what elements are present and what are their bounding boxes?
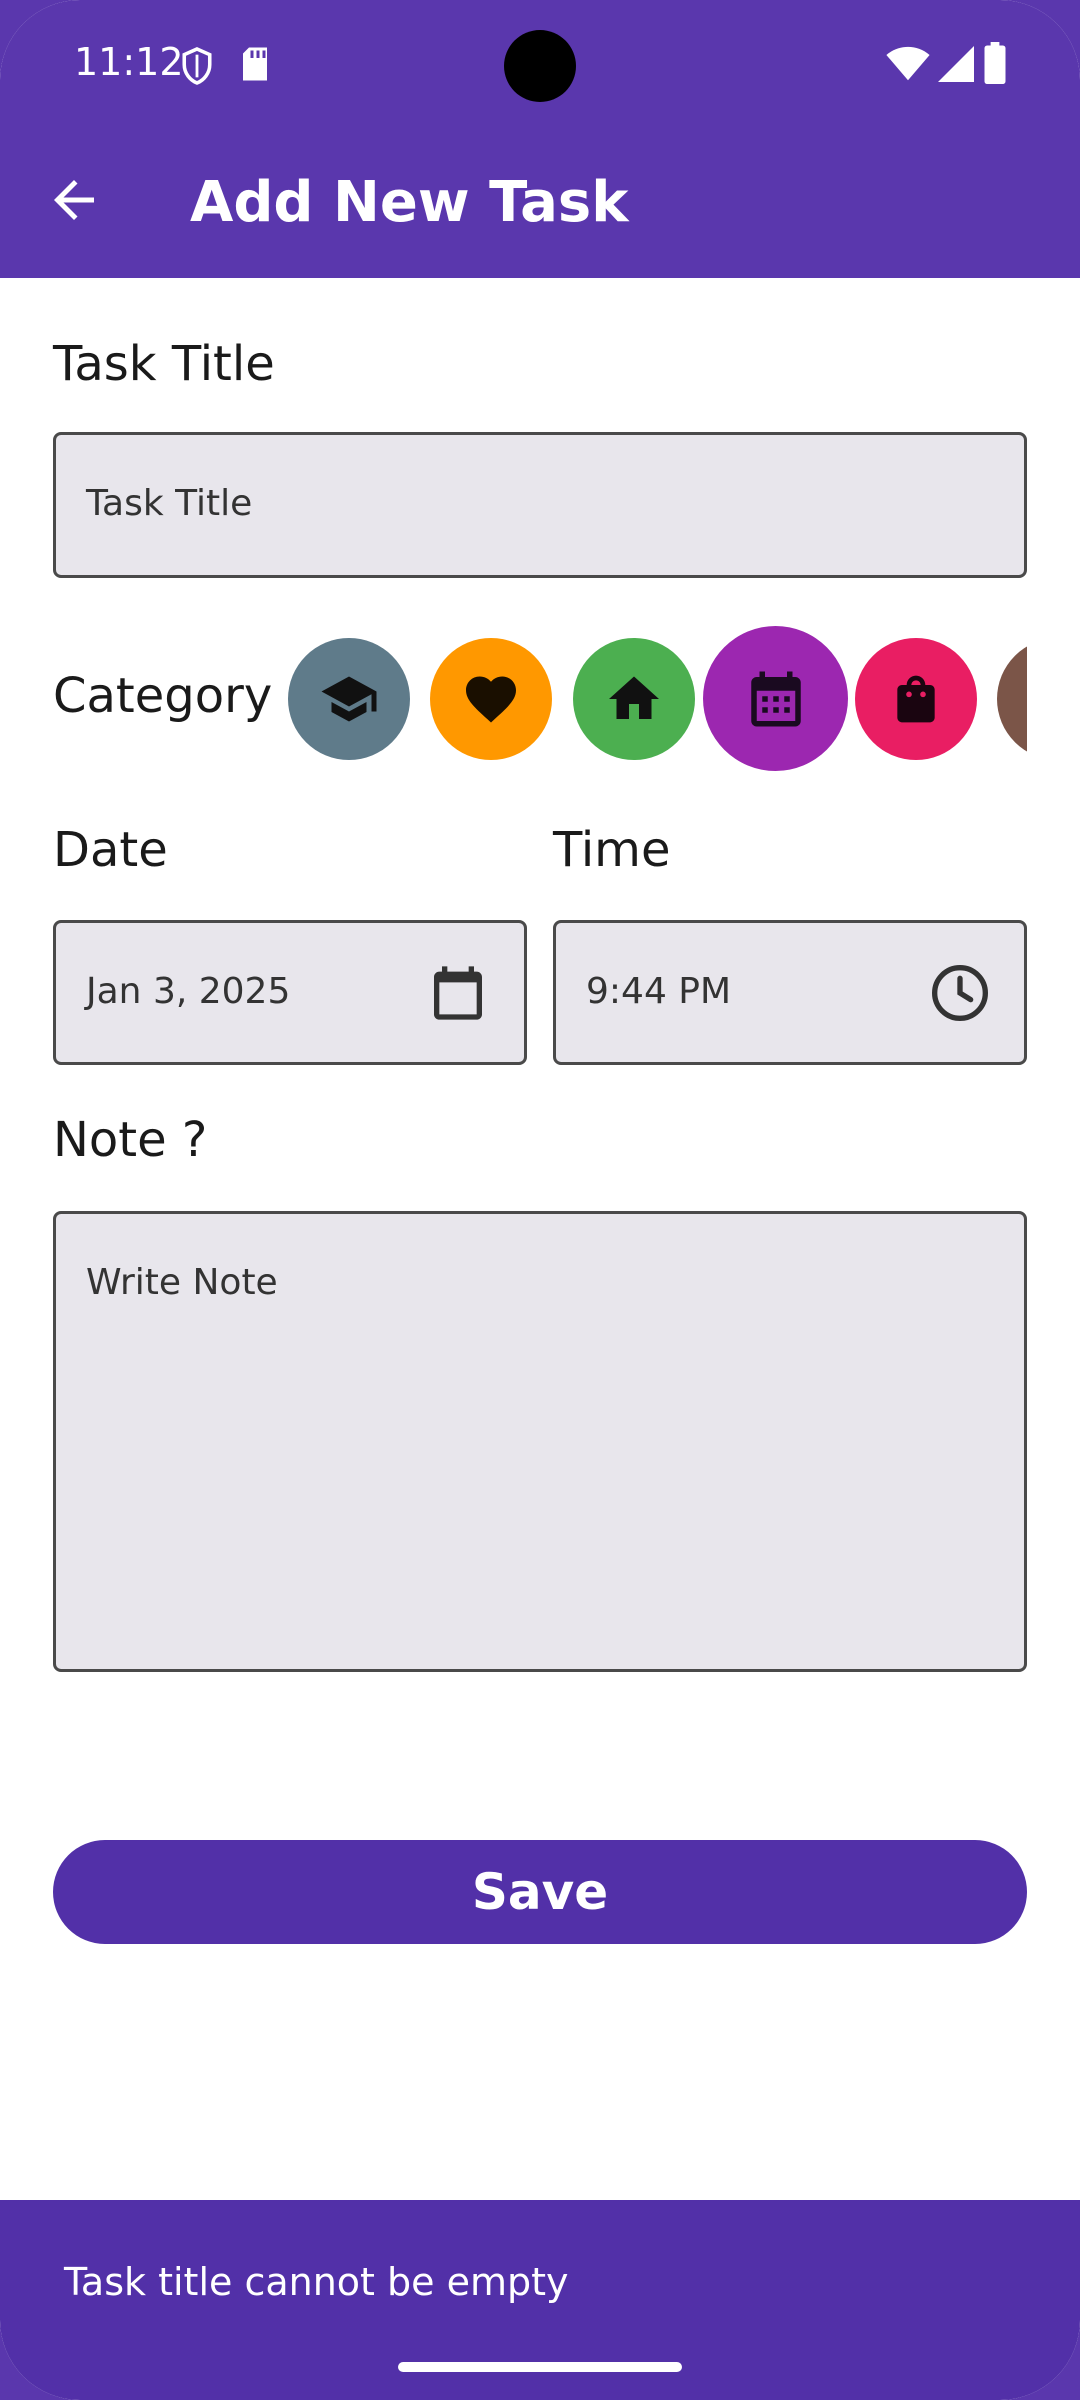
shopping-bag-icon: [897, 675, 935, 723]
status-time: 11:12: [74, 40, 184, 84]
battery-icon: [984, 42, 1006, 88]
sd-card-icon: [240, 46, 270, 86]
calendar-icon[interactable]: [426, 961, 490, 1025]
category-shopping[interactable]: [855, 638, 977, 760]
time-value: 9:44 PM: [586, 971, 732, 1012]
status-bar: 11:12: [0, 0, 1080, 130]
page-title: Add New Task: [190, 170, 629, 235]
shield-icon: [180, 46, 214, 90]
note-placeholder: Write Note: [86, 1262, 278, 1303]
date-value: Jan 3, 2025: [86, 971, 291, 1012]
note-input[interactable]: Write Note: [53, 1211, 1027, 1672]
snackbar-message: Task title cannot be empty: [64, 2260, 569, 2304]
home-icon: [609, 676, 659, 719]
date-field[interactable]: Jan 3, 2025: [53, 920, 527, 1065]
category-home[interactable]: [573, 638, 695, 760]
back-button[interactable]: [44, 170, 104, 230]
camera-cutout: [504, 30, 576, 102]
wifi-icon: [886, 46, 930, 86]
category-label: Category: [53, 668, 273, 724]
graduation-cap-icon: [321, 676, 377, 722]
category-clip: [997, 638, 1027, 760]
clock-icon[interactable]: [928, 961, 992, 1025]
heart-icon: [466, 676, 516, 723]
note-label: Note ?: [53, 1112, 208, 1168]
category-education[interactable]: [288, 638, 410, 760]
time-label: Time: [553, 822, 671, 878]
task-title-label: Task Title: [53, 336, 275, 392]
task-title-input[interactable]: Task Title: [53, 432, 1027, 578]
signal-icon: [938, 46, 974, 86]
calendar-icon: [750, 671, 801, 726]
time-field[interactable]: 9:44 PM: [553, 920, 1027, 1065]
category-health[interactable]: [430, 638, 552, 760]
home-indicator[interactable]: [398, 2362, 682, 2372]
screen: 11:12 Add New Task Task Title Task Title…: [0, 0, 1080, 2400]
arrow-back-icon: [54, 180, 94, 220]
task-title-placeholder: Task Title: [86, 483, 253, 524]
category-calendar-selected[interactable]: [703, 626, 848, 771]
save-button[interactable]: Save: [53, 1840, 1027, 1944]
category-other[interactable]: [997, 638, 1027, 760]
save-button-label: Save: [471, 1863, 609, 1921]
date-label: Date: [53, 822, 168, 878]
app-bar: Add New Task: [0, 130, 1080, 278]
